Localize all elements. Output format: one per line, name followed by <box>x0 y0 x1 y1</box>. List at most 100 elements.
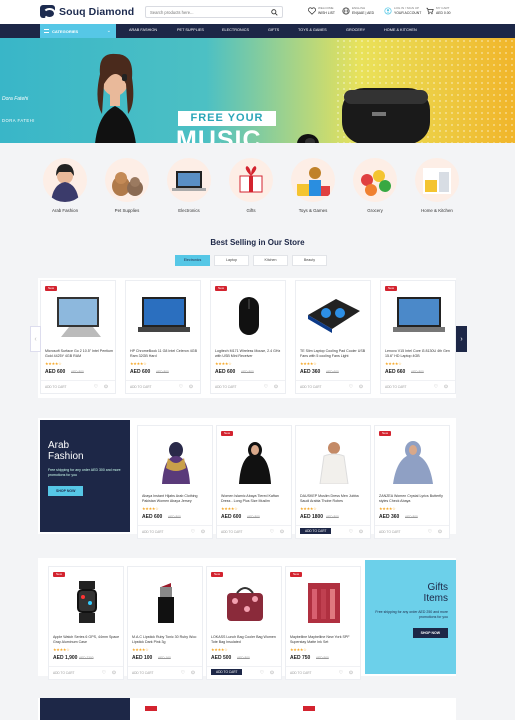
wishlist-link[interactable]: WELCOME WISH LIST <box>308 6 335 16</box>
product-name[interactable]: LOKASS Lunch Bag Cooler Bag Women Tote B… <box>211 635 279 645</box>
heart-icon[interactable]: ♡ <box>93 384 99 390</box>
product-card[interactable]: DAUSKEP Muslim Dress Men Jubba Saudi Ara… <box>295 425 371 539</box>
product-card[interactable]: New Logitech M171 Wireless Mouse, 2.4 GH… <box>210 280 286 394</box>
product-name[interactable]: Apple Watch Series 6 GPS, 44mm Space Gra… <box>53 635 121 645</box>
nav-link-pet-supplies[interactable]: PET SUPPLIES <box>177 28 204 32</box>
compare-icon[interactable]: ⊙ <box>358 529 364 535</box>
add-to-cart-button[interactable]: ADD TO CART <box>45 385 66 389</box>
product-card[interactable]: M.A.C Lipstick Ruby Tonic 30 Ruby Woo Li… <box>127 566 203 680</box>
carousel-prev-button[interactable]: ‹ <box>30 326 41 352</box>
heart-icon[interactable]: ♡ <box>427 529 433 535</box>
compare-icon[interactable]: ⊙ <box>273 384 279 390</box>
heart-icon[interactable]: ♡ <box>180 670 186 676</box>
product-card[interactable]: HP ChromeBook 11 G8 Intel Celeron 4GB Ra… <box>125 280 201 394</box>
category-0[interactable]: Arab Fashion <box>40 158 90 213</box>
compare-icon[interactable]: ⊙ <box>348 670 354 676</box>
product-card[interactable]: New Microsoft Surface Go 2 10.5" Intel P… <box>40 280 116 394</box>
heart-icon[interactable]: ♡ <box>259 670 265 676</box>
heart-icon[interactable]: ♡ <box>433 384 439 390</box>
add-to-cart-button[interactable]: ADD TO CART <box>211 669 243 675</box>
language-selector[interactable]: ENGLISH EN|UAE | AED <box>342 6 374 16</box>
heart-icon[interactable]: ♡ <box>338 670 344 676</box>
compare-icon[interactable]: ⊙ <box>103 384 109 390</box>
add-to-cart-button[interactable]: ADD TO CART <box>142 530 163 534</box>
heart-icon[interactable]: ♡ <box>348 384 354 390</box>
product-name[interactable]: M.A.C Lipstick Ruby Tonic 30 Ruby Woo Li… <box>132 635 200 645</box>
account-link[interactable]: LOG IN / SIGN UP YOUR ACCOUNT <box>384 6 421 16</box>
product-name[interactable]: Logitech M171 Wireless Mouse, 2.4 GHz wi… <box>215 349 283 359</box>
product-name[interactable]: HP ChromeBook 11 G8 Intel Celeron 4GB Ra… <box>130 349 198 359</box>
compare-icon[interactable]: ⊙ <box>190 670 196 676</box>
category-4[interactable]: Toys & Games <box>288 158 338 213</box>
add-to-cart-button[interactable]: ADD TO CART <box>132 671 153 675</box>
add-to-cart-button[interactable]: ADD TO CART <box>221 530 242 534</box>
add-to-cart-button[interactable]: ADD TO CART <box>215 385 236 389</box>
shop-now-button[interactable]: SHOP NOW <box>412 628 448 638</box>
rating-stars: ★★★★☆ <box>379 506 396 511</box>
add-to-cart-button[interactable]: ADD TO CART <box>385 385 406 389</box>
add-to-cart-button[interactable]: ADD TO CART <box>290 671 311 675</box>
nav-link-gifts[interactable]: GIFTS <box>268 28 279 32</box>
nav-link-toys-games[interactable]: TOYS & GAMES <box>298 28 327 32</box>
category-5[interactable]: Grocery <box>350 158 400 213</box>
categories-menu-button[interactable]: CATEGORIES ⌄ <box>40 24 116 38</box>
compare-icon[interactable]: ⊙ <box>111 670 117 676</box>
category-1[interactable]: Pet Supplies <box>102 158 152 213</box>
compare-icon[interactable]: ⊙ <box>437 529 443 535</box>
nav-link-arab-fashion[interactable]: ARAB FASHION <box>129 28 157 32</box>
compare-icon[interactable]: ⊙ <box>188 384 194 390</box>
add-to-cart-button[interactable]: ADD TO CART <box>379 530 400 534</box>
product-card[interactable]: New LOKASS Lunch Bag Cooler Bag Women To… <box>206 566 282 680</box>
product-name[interactable]: DAUSKEP Muslim Dress Men Jubba Saudi Ara… <box>300 494 368 504</box>
carousel-next-button[interactable]: › <box>456 326 467 352</box>
shop-now-button[interactable]: SHOP NOW <box>48 486 84 496</box>
product-name[interactable]: Microsoft Surface Go 2 10.5" Intel Penti… <box>45 349 113 359</box>
tab-electronics[interactable]: Electronics <box>175 255 210 266</box>
product-price: AED 600 <box>221 514 242 520</box>
heart-icon[interactable]: ♡ <box>101 670 107 676</box>
compare-icon[interactable]: ⊙ <box>358 384 364 390</box>
product-name[interactable]: Lenovo V15 Intel Core i3 8130U 4th Gen 1… <box>385 349 453 359</box>
compare-icon[interactable]: ⊙ <box>200 529 206 535</box>
category-2[interactable]: Electronics <box>164 158 214 213</box>
product-card[interactable]: New ZANZEA Women Crystal Lyrics Butterfl… <box>374 425 450 539</box>
category-6[interactable]: Home & Kitchen <box>412 158 462 213</box>
compare-icon[interactable]: ⊙ <box>443 384 449 390</box>
product-card[interactable]: Abaya Instant Hijabs Arab Clothing Pakis… <box>137 425 213 539</box>
add-to-cart-button[interactable]: ADD TO CART <box>300 528 332 534</box>
tab-beauty[interactable]: Beauty <box>292 255 327 266</box>
nav-link-home-kitchen[interactable]: HOME & KITCHEN <box>384 28 417 32</box>
tab-laptop[interactable]: Laptop <box>214 255 249 266</box>
add-to-cart-button[interactable]: ADD TO CART <box>53 671 74 675</box>
product-card[interactable]: New Lenovo V15 Intel Core i3 8130U 4th G… <box>380 280 456 394</box>
category-label: Grocery <box>367 208 383 213</box>
product-name[interactable]: Women Islamic Abaya Tiered Kaftan Dress … <box>221 494 289 504</box>
search-input[interactable] <box>150 8 260 17</box>
product-name[interactable]: ZANZEA Women Crystal Lyrics Butterfly st… <box>379 494 447 504</box>
cart-link[interactable]: MY CART AED 0.00 <box>426 6 451 16</box>
heart-icon[interactable]: ♡ <box>348 529 354 535</box>
nav-link-grocery[interactable]: GROCERY <box>346 28 365 32</box>
product-card[interactable]: TE Slim Laptop Cooling Pad Cooler USB Fa… <box>295 280 371 394</box>
search-icon[interactable] <box>271 9 278 16</box>
nav-link-electronics[interactable]: ELECTRONICS <box>222 28 249 32</box>
compare-icon[interactable]: ⊙ <box>279 529 285 535</box>
hero-banner[interactable]: Dora Fatehi DORA FATEHI FREE YOUR MUSIC <box>0 38 515 143</box>
product-card[interactable]: New Maybelline Maybelline New York SPF S… <box>285 566 361 680</box>
product-card[interactable]: New Apple Watch Series 6 GPS, 44mm Space… <box>48 566 124 680</box>
heart-icon[interactable]: ♡ <box>190 529 196 535</box>
card-actions: ADD TO CART ♡ ⊙ <box>296 380 370 393</box>
add-to-cart-button[interactable]: ADD TO CART <box>300 385 321 389</box>
tab-kitchen[interactable]: Kitchen <box>253 255 288 266</box>
product-name[interactable]: TE Slim Laptop Cooling Pad Cooler USB Fa… <box>300 349 368 359</box>
product-card[interactable]: New Women Islamic Abaya Tiered Kaftan Dr… <box>216 425 292 539</box>
product-name[interactable]: Abaya Instant Hijabs Arab Clothing Pakis… <box>142 494 210 504</box>
product-name[interactable]: Maybelline Maybelline New York SPF Super… <box>290 635 358 645</box>
category-3[interactable]: Gifts <box>226 158 276 213</box>
compare-icon[interactable]: ⊙ <box>269 670 275 676</box>
heart-icon[interactable]: ♡ <box>178 384 184 390</box>
heart-icon[interactable]: ♡ <box>269 529 275 535</box>
brand-logo[interactable]: Souq Diamond <box>40 5 134 19</box>
heart-icon[interactable]: ♡ <box>263 384 269 390</box>
add-to-cart-button[interactable]: ADD TO CART <box>130 385 151 389</box>
